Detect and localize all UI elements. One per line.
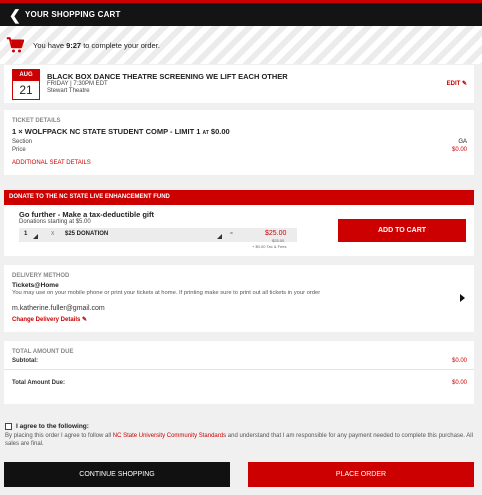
qty-dropdown-icon[interactable] xyxy=(33,234,38,239)
event-title: BLACK BOX DANCE THEATRE SCREENING WE LIF… xyxy=(47,72,288,81)
header-bar: ❮ YOUR SHOPPING CART xyxy=(0,0,482,26)
community-standards-link[interactable]: NC State University Community Standards xyxy=(113,433,226,439)
delivery-card: DELIVERY METHOD Tickets@Home You may use… xyxy=(4,265,474,332)
ticket-line: 1 × WOLFPACK NC STATE STUDENT COMP - LIM… xyxy=(12,127,230,136)
event-month: AUG xyxy=(13,70,39,81)
chevron-left-icon[interactable]: ❮ xyxy=(9,8,21,22)
donation-card: DONATE TO THE NC STATE LIVE ENHANCEMENT … xyxy=(4,190,474,256)
terms-text: By placing this order I agree to follow … xyxy=(5,433,473,447)
agree-label: I agree to the following: xyxy=(16,423,89,430)
price-value: $0.00 xyxy=(451,147,467,153)
donation-fees: + $0.00 Tax & Fees xyxy=(252,244,287,249)
event-day: 21 xyxy=(19,83,33,97)
option-dropdown-icon[interactable] xyxy=(217,234,222,239)
section-label: Section xyxy=(12,139,33,145)
equals-sign: = xyxy=(230,231,233,237)
timer-text: You have 9:27 to complete your order. xyxy=(33,40,160,50)
pencil-icon: ✎ xyxy=(82,317,88,323)
donation-title: Go further - Make a tax-deductible gift xyxy=(19,210,155,219)
ticket-details-card: TICKET DETAILS 1 × WOLFPACK NC STATE STU… xyxy=(4,110,474,175)
ticket-details-heading: TICKET DETAILS xyxy=(12,118,61,124)
times-sign: X xyxy=(51,231,55,237)
event-datetime: FRIDAY | 7:30PM EDT xyxy=(47,81,108,87)
change-delivery-link[interactable]: Change Delivery Details ✎ xyxy=(12,316,87,323)
chevron-right-icon[interactable] xyxy=(460,294,465,302)
delivery-method: Tickets@Home xyxy=(12,282,59,289)
donation-total: $25.00 xyxy=(265,230,287,237)
timer-countdown: 9:27 xyxy=(66,40,82,50)
total-heading: TOTAL AMOUNT DUE xyxy=(12,349,74,355)
donation-subtotal: $25.00 xyxy=(272,238,285,243)
edit-event-link[interactable]: EDIT ✎ xyxy=(447,80,467,87)
donation-subtitle: Donations starting at $5.00 xyxy=(19,219,91,225)
total-card: TOTAL AMOUNT DUE Subtotal: $0.00 Total A… xyxy=(4,341,474,404)
pencil-icon: ✎ xyxy=(461,81,467,87)
agree-row: I agree to the following: xyxy=(5,423,89,430)
price-label: Price xyxy=(12,147,26,153)
event-date-badge: AUG 21 xyxy=(12,69,40,100)
donation-heading: DONATE TO THE NC STATE LIVE ENHANCEMENT … xyxy=(4,190,474,205)
agree-checkbox[interactable] xyxy=(5,423,12,430)
donation-option-select[interactable]: $25 DONATION xyxy=(65,231,108,237)
total-due-value: $0.00 xyxy=(451,380,467,386)
additional-seat-details-link[interactable]: ADDITIONAL SEAT DETAILS xyxy=(12,160,91,166)
subtotal-value: $0.00 xyxy=(451,358,467,364)
delivery-heading: DELIVERY METHOD xyxy=(12,273,70,279)
donation-selector: 1 X $25 DONATION = xyxy=(19,228,297,242)
delivery-description: You may use on your mobile phone or prin… xyxy=(12,290,321,296)
section-value: GA xyxy=(458,139,467,145)
cart-icon xyxy=(6,37,24,53)
place-order-button[interactable]: PLACE ORDER xyxy=(248,462,474,487)
add-to-cart-button[interactable]: ADD TO CART xyxy=(338,219,466,242)
divider xyxy=(4,369,474,370)
donation-qty-select[interactable]: 1 xyxy=(24,231,27,237)
timer-banner: You have 9:27 to complete your order. xyxy=(0,26,482,64)
delivery-email: m.katherine.fuller@gmail.com xyxy=(12,305,105,312)
event-card: AUG 21 BLACK BOX DANCE THEATRE SCREENING… xyxy=(4,65,474,103)
continue-shopping-button[interactable]: CONTINUE SHOPPING xyxy=(4,462,230,487)
event-venue: Stewart Theatre xyxy=(47,88,90,94)
page-title: YOUR SHOPPING CART xyxy=(25,10,121,19)
subtotal-label: Subtotal: xyxy=(12,358,38,364)
total-due-label: Total Amount Due: xyxy=(12,380,65,386)
